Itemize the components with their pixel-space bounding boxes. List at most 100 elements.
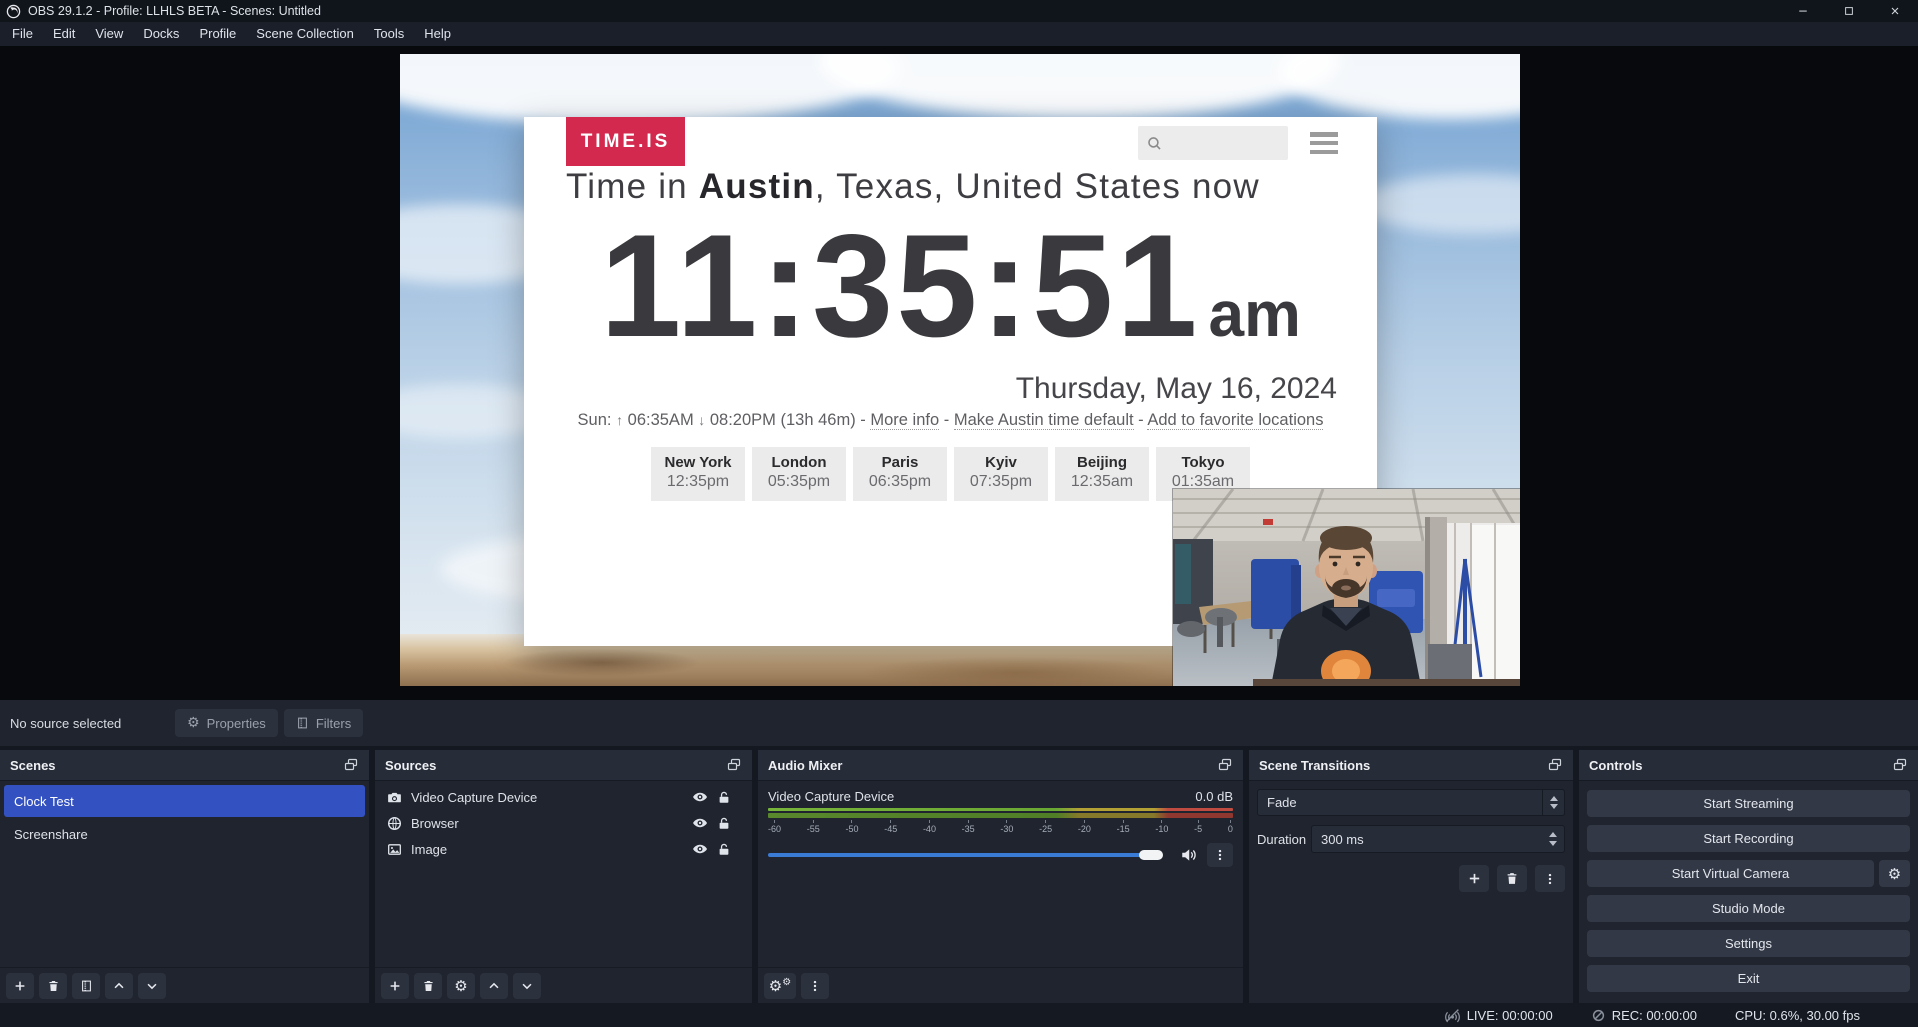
city-card-new-york: New York12:35pm: [651, 447, 745, 501]
timeis-logo: TIME.IS: [566, 117, 685, 166]
db-tick--10: -10: [1155, 820, 1168, 834]
menu-docks[interactable]: Docks: [133, 22, 189, 46]
add-source-button[interactable]: [381, 973, 409, 999]
start-streaming-button[interactable]: Start Streaming: [1587, 790, 1910, 817]
properties-button[interactable]: ⚙ Properties: [175, 709, 278, 737]
scene-item-screenshare[interactable]: Screenshare: [4, 818, 365, 850]
source-properties-button[interactable]: ⚙: [447, 973, 475, 999]
scene-filters-button[interactable]: [72, 973, 100, 999]
source-row-image[interactable]: Image: [377, 836, 750, 862]
volume-slider[interactable]: [768, 849, 1171, 861]
db-tick--45: -45: [884, 820, 897, 834]
mixer-toolbar: ⚙⚙: [758, 967, 1243, 1003]
move-source-down-button[interactable]: [513, 973, 541, 999]
lock-icon[interactable]: [717, 790, 731, 805]
menu-view[interactable]: View: [85, 22, 133, 46]
clock-time: 11:35:51: [600, 204, 1200, 367]
filters-button[interactable]: Filters: [284, 709, 363, 737]
remove-transition-button[interactable]: [1497, 865, 1527, 892]
mixer-menu-button[interactable]: [801, 973, 829, 999]
menu-file[interactable]: File: [2, 22, 43, 46]
db-tick--50: -50: [845, 820, 858, 834]
duration-label: Duration: [1257, 832, 1311, 847]
image-icon: [387, 842, 402, 857]
popout-icon[interactable]: [1217, 757, 1233, 773]
remove-scene-button[interactable]: [39, 973, 67, 999]
menu-edit[interactable]: Edit: [43, 22, 85, 46]
popout-icon[interactable]: [726, 757, 742, 773]
eye-icon[interactable]: [692, 841, 708, 857]
make-default-link: Make Austin time default: [954, 411, 1134, 430]
audio-mixer-dock: Audio Mixer Video Capture Device 0.0 dB …: [758, 750, 1243, 1003]
plus-icon: [1467, 871, 1482, 886]
spin-down-icon[interactable]: [1549, 841, 1557, 846]
source-row-browser[interactable]: Browser: [377, 810, 750, 836]
sun-info-line: Sun: ↑ 06:35AM ↓ 08:20PM (13h 46m) - Mor…: [524, 411, 1377, 430]
lock-icon[interactable]: [717, 816, 731, 831]
close-button[interactable]: [1872, 0, 1918, 22]
popout-icon[interactable]: [1547, 757, 1563, 773]
volume-meter-right: [768, 813, 1233, 818]
menu-profile[interactable]: Profile: [189, 22, 246, 46]
remove-source-button[interactable]: [414, 973, 442, 999]
spin-up-icon[interactable]: [1549, 832, 1557, 837]
city-card-beijing: Beijing12:35am: [1055, 447, 1149, 501]
eye-icon[interactable]: [692, 789, 708, 805]
exit-button[interactable]: Exit: [1587, 965, 1910, 992]
sunrise-arrow-icon: ↑: [616, 412, 623, 428]
db-tick--40: -40: [923, 820, 936, 834]
add-scene-button[interactable]: [6, 973, 34, 999]
source-list: Video Capture Device Browser Image: [375, 781, 752, 865]
more-info-link: More info: [870, 411, 939, 430]
start-virtual-camera-button[interactable]: Start Virtual Camera: [1587, 860, 1874, 887]
plus-icon: [13, 979, 27, 993]
mixer-options-button[interactable]: [1207, 843, 1233, 867]
menu-scene-collection[interactable]: Scene Collection: [246, 22, 364, 46]
plus-icon: [388, 979, 402, 993]
live-signal-icon: [1444, 1007, 1461, 1024]
cpu-usage: CPU: 0.6%, 30.00 fps: [1735, 1008, 1860, 1023]
program-canvas[interactable]: TIME.IS Time in Austin, Texas, United St…: [400, 54, 1520, 686]
move-scene-down-button[interactable]: [138, 973, 166, 999]
move-scene-up-button[interactable]: [105, 973, 133, 999]
trash-icon: [47, 979, 60, 993]
add-transition-button[interactable]: [1459, 865, 1489, 892]
minimize-button[interactable]: [1780, 0, 1826, 22]
start-recording-button[interactable]: Start Recording: [1587, 825, 1910, 852]
studio-mode-button[interactable]: Studio Mode: [1587, 895, 1910, 922]
scene-transitions-dock: Scene Transitions Fade Duration 300 ms: [1249, 750, 1573, 1003]
settings-button[interactable]: Settings: [1587, 930, 1910, 957]
menu-tools[interactable]: Tools: [364, 22, 414, 46]
duration-spinbox[interactable]: 300 ms: [1311, 825, 1565, 853]
city-card-london: London05:35pm: [752, 447, 846, 501]
hamburger-menu-icon: [1310, 132, 1338, 154]
scenes-toolbar: [0, 967, 369, 1003]
source-row-video-capture-device[interactable]: Video Capture Device: [377, 784, 750, 810]
popout-icon[interactable]: [1892, 757, 1908, 773]
menu-help[interactable]: Help: [414, 22, 461, 46]
volume-slider-handle[interactable]: [1139, 850, 1163, 860]
move-source-up-button[interactable]: [480, 973, 508, 999]
speaker-icon[interactable]: [1180, 846, 1198, 864]
maximize-button[interactable]: [1826, 0, 1872, 22]
scene-item-clock-test[interactable]: Clock Test: [4, 785, 365, 817]
virtual-camera-settings-button[interactable]: ⚙: [1879, 860, 1910, 887]
db-scale: -60-55-50-45-40-35-30-25-20-15-10-50: [768, 820, 1233, 834]
volume-slider-fill: [768, 853, 1151, 857]
db-tick--55: -55: [807, 820, 820, 834]
scene-transitions-header: Scene Transitions: [1249, 750, 1573, 781]
transition-select[interactable]: Fade: [1257, 789, 1565, 816]
menu-bar: File Edit View Docks Profile Scene Colle…: [0, 22, 1918, 46]
camera-icon: [387, 790, 402, 805]
dots-vertical-icon: [808, 979, 822, 993]
gear-icon: ⚙: [187, 715, 200, 731]
popout-icon[interactable]: [343, 757, 359, 773]
advanced-audio-button[interactable]: ⚙⚙: [764, 973, 796, 999]
transition-properties-button[interactable]: [1535, 865, 1565, 892]
eye-icon[interactable]: [692, 815, 708, 831]
combo-arrows-icon: [1542, 790, 1564, 815]
page-heading: Time in Austin, Texas, United States now: [566, 167, 1260, 207]
search-box: [1138, 126, 1288, 160]
gear-icon: ⚙: [1888, 865, 1901, 883]
lock-icon[interactable]: [717, 842, 731, 857]
